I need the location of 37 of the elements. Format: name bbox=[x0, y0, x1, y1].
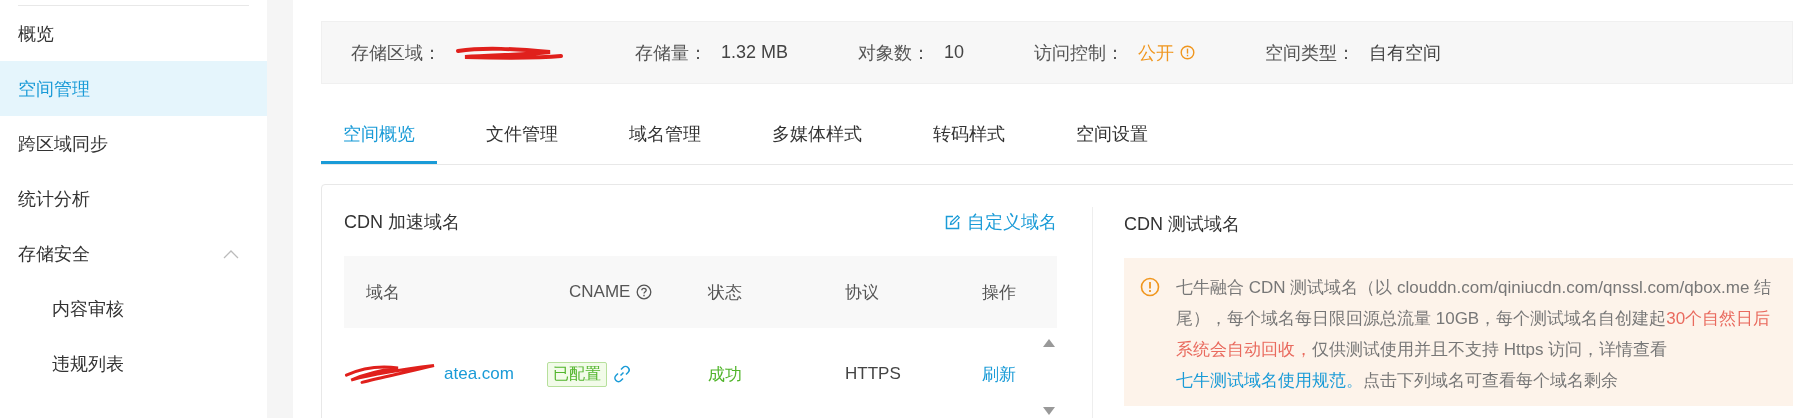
tab[interactable]: 域名管理 bbox=[607, 106, 723, 164]
column-header: 域名 bbox=[366, 281, 401, 304]
field-label: 访问控制： bbox=[1034, 41, 1125, 65]
sidebar-item[interactable]: 跨区域同步 bbox=[0, 116, 267, 171]
sidebar-item[interactable]: 内容审核 bbox=[0, 281, 267, 336]
column-header: 协议 bbox=[845, 281, 880, 304]
scroll-up-icon bbox=[1043, 338, 1055, 347]
field-value: 公开 bbox=[1138, 41, 1175, 65]
scroll-down-icon bbox=[1043, 407, 1055, 416]
column-header: 操作 bbox=[982, 281, 1017, 304]
notice-text: 七牛融合 CDN 测试域名（以 clouddn.com/qiniucdn.com/qnssl.com/qbox.me 结尾），每个域名每日限回源总流量 10GB，每个测试域名自创建起30个自然日后系统会自动回收，仅供测试使用并且不支持 Https 访问，详情查看 七牛测试域名使用规范。点击下列域名可查看每个域名剩余 bbox=[1176, 277, 1773, 392]
column-header: CNAME bbox=[569, 282, 708, 302]
section-title: CDN 测试域名 bbox=[1124, 213, 1240, 236]
edit-icon bbox=[945, 214, 960, 230]
sidebar-item[interactable]: 违规列表 bbox=[0, 336, 267, 391]
field-label: 对象数： bbox=[858, 41, 931, 65]
section-title: CDN 加速域名 bbox=[344, 211, 460, 234]
tab[interactable]: 多媒体样式 bbox=[750, 106, 884, 164]
sidebar-item[interactable]: 存储安全 bbox=[0, 226, 267, 281]
field-label: 存储量： bbox=[635, 41, 707, 65]
warning-icon bbox=[1180, 45, 1196, 60]
tab[interactable]: 空间设置 bbox=[1054, 106, 1170, 164]
field-label: 存储区域： bbox=[351, 41, 441, 65]
status-tag: 已配置 bbox=[547, 361, 607, 387]
warning-icon bbox=[1140, 277, 1160, 297]
column-header: 状态 bbox=[708, 281, 743, 304]
field-value: 10 bbox=[944, 42, 965, 63]
field-value: 自有空间 bbox=[1369, 41, 1442, 65]
field-label: 空间类型： bbox=[1265, 41, 1356, 65]
tab[interactable]: 转码样式 bbox=[911, 106, 1027, 164]
tab[interactable]: 文件管理 bbox=[464, 106, 580, 164]
sidebar-item[interactable]: 概览 bbox=[0, 6, 267, 61]
table-cell: HTTPS bbox=[845, 364, 901, 384]
field-value: 1.32 MB bbox=[721, 42, 789, 63]
status-text: 成功 bbox=[708, 363, 742, 386]
link-icon bbox=[613, 365, 631, 383]
sidebar-item[interactable]: 统计分析 bbox=[0, 171, 267, 226]
